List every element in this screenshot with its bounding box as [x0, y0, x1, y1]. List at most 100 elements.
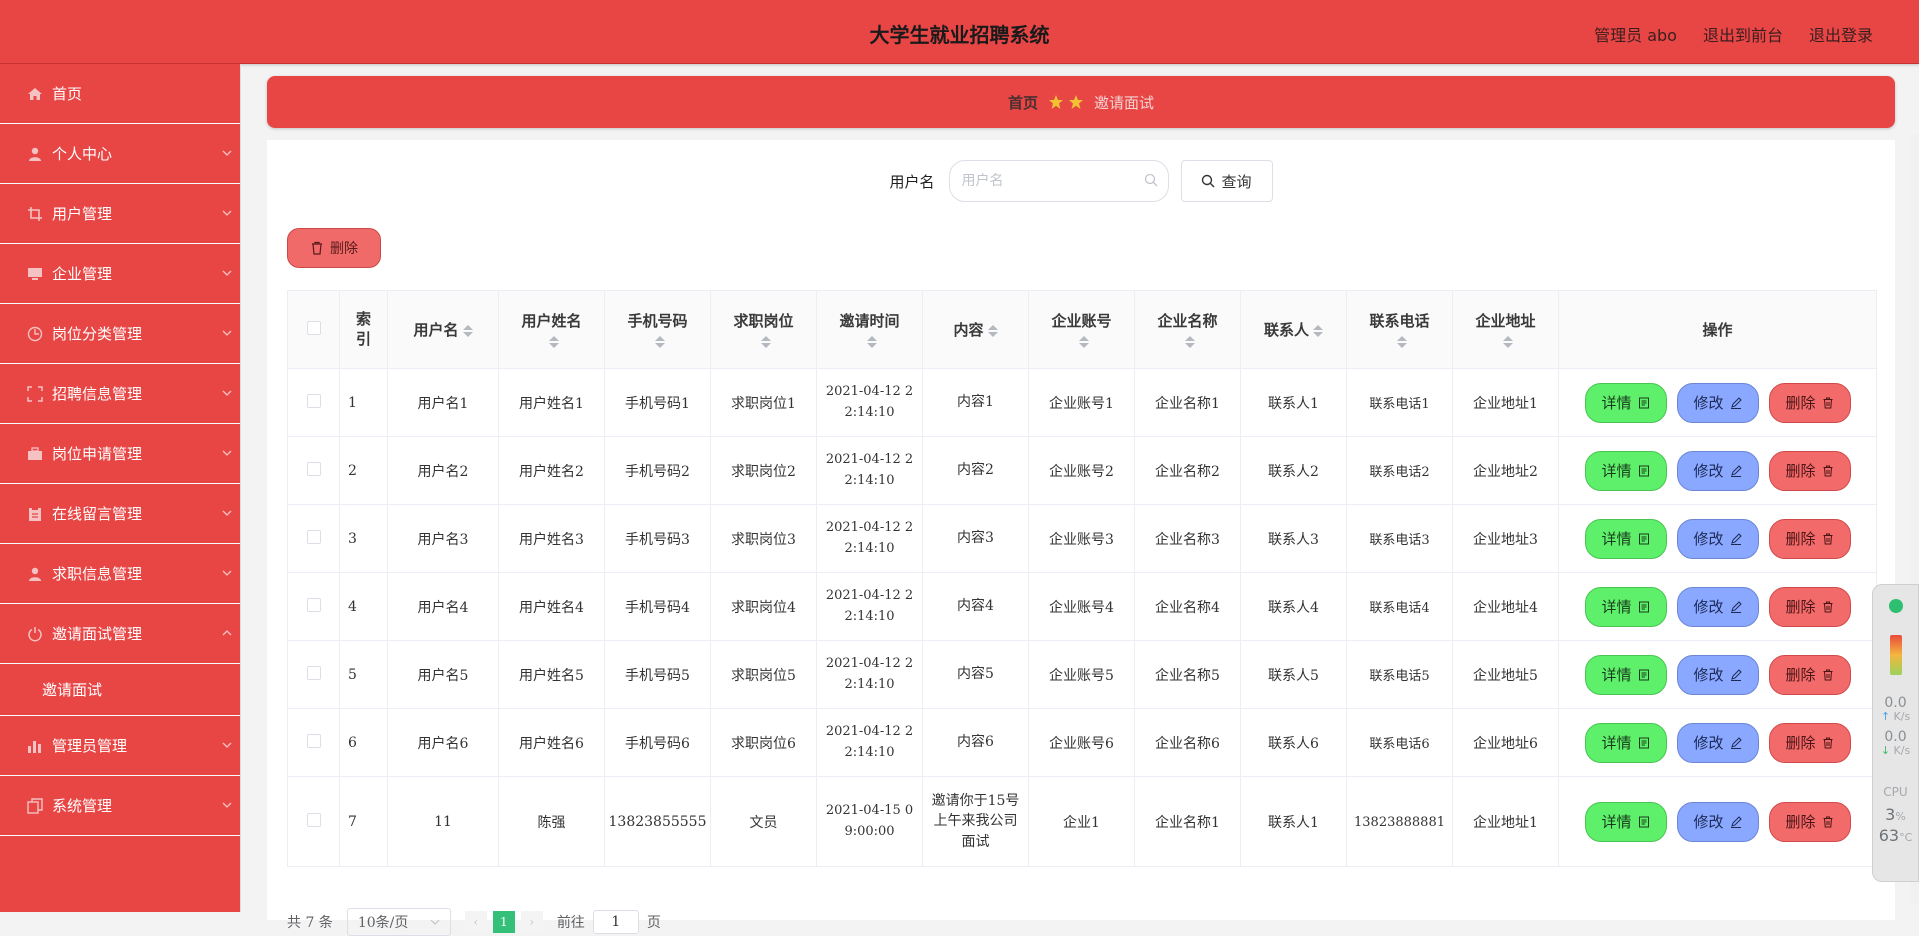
delete-button[interactable]: 删除 — [1768, 801, 1851, 842]
cell-job: 文员 — [710, 776, 817, 867]
query-button[interactable]: 查询 — [1180, 160, 1273, 202]
edit-button[interactable]: 修改 — [1676, 586, 1759, 627]
goto-suffix: 页 — [646, 915, 661, 931]
sidebar-item-interview-invitation-management[interactable]: 邀请面试管理 — [0, 604, 240, 664]
cell-invite-time: 2021-04-12 2 2:14:10 — [816, 640, 923, 709]
column-header-invite-time[interactable]: 邀请时间 — [816, 290, 923, 369]
sidebar-subitem-interview-invitation[interactable]: 邀请面试 — [0, 664, 240, 716]
detail-button[interactable]: 详情 — [1584, 586, 1667, 627]
detail-button[interactable]: 详情 — [1584, 450, 1667, 491]
prev-page-button[interactable]: ‹ — [464, 911, 487, 933]
detail-button[interactable]: 详情 — [1584, 382, 1667, 423]
column-header-realname[interactable]: 用户姓名 — [498, 290, 605, 369]
cell-company-address: 企业地址5 — [1452, 640, 1559, 709]
sidebar-item-recruitment-management[interactable]: 招聘信息管理 — [0, 364, 240, 424]
sort-icon[interactable] — [462, 324, 473, 337]
cell-phone: 13823855555 — [604, 776, 711, 867]
edit-button[interactable]: 修改 — [1676, 654, 1759, 695]
row-checkbox[interactable] — [306, 529, 321, 544]
sort-icon[interactable] — [1184, 335, 1195, 348]
cell-invite-time: 2021-04-12 2 2:14:10 — [816, 572, 923, 641]
delete-button[interactable]: 删除 — [1768, 518, 1851, 559]
sort-icon[interactable] — [760, 335, 771, 348]
column-header-job[interactable]: 求职岗位 — [710, 290, 817, 369]
cell-company-name: 企业名称5 — [1134, 640, 1241, 709]
next-page-button[interactable]: › — [520, 911, 543, 933]
detail-button[interactable]: 详情 — [1584, 518, 1667, 559]
breadcrumb-home[interactable]: 首页 — [1008, 92, 1038, 113]
column-header-username[interactable]: 用户名 — [387, 290, 499, 369]
edit-button[interactable]: 修改 — [1676, 722, 1759, 763]
chevron-down-icon — [222, 802, 232, 808]
sort-icon[interactable] — [1502, 335, 1513, 348]
row-checkbox[interactable] — [306, 812, 321, 827]
delete-button[interactable]: 删除 — [1768, 722, 1851, 763]
column-header-company-name[interactable]: 企业名称 — [1134, 290, 1241, 369]
fullscreen-icon — [26, 385, 44, 403]
cpu-label: CPU — [1883, 785, 1908, 799]
sidebar-item-label: 邀请面试管理 — [52, 625, 143, 643]
sort-icon[interactable] — [548, 335, 559, 348]
search-input[interactable] — [961, 173, 1132, 189]
sort-icon[interactable] — [987, 324, 998, 337]
sort-icon[interactable] — [1313, 324, 1323, 337]
sidebar-item-message-management[interactable]: 在线留言管理 — [0, 484, 240, 544]
column-header-company-account[interactable]: 企业账号 — [1028, 290, 1135, 369]
delete-button[interactable]: 删除 — [1768, 450, 1851, 491]
detail-button[interactable]: 详情 — [1584, 654, 1667, 695]
row-checkbox[interactable] — [306, 733, 321, 748]
sort-icon[interactable] — [654, 335, 665, 348]
batch-delete-button[interactable]: 删除 — [287, 228, 381, 268]
cell-contact-phone: 联系电话6 — [1346, 708, 1453, 777]
column-header-contact-phone[interactable]: 联系电话 — [1346, 290, 1453, 369]
row-checkbox[interactable] — [306, 665, 321, 680]
sidebar-item-label: 个人中心 — [52, 145, 113, 163]
admin-user-link[interactable]: 管理员 abo — [1594, 22, 1677, 46]
edit-button[interactable]: 修改 — [1676, 518, 1759, 559]
batch-delete-label: 删除 — [330, 241, 358, 257]
column-header-index: 索引 — [339, 290, 388, 369]
cell-company-address: 企业地址6 — [1452, 708, 1559, 777]
column-header-company-address[interactable]: 企业地址 — [1452, 290, 1559, 369]
sidebar-item-job-seeking-management[interactable]: 求职信息管理 — [0, 544, 240, 604]
page-number-current[interactable]: 1 — [492, 911, 515, 933]
document-icon — [1638, 465, 1649, 476]
delete-button[interactable]: 删除 — [1768, 654, 1851, 695]
column-header-content[interactable]: 内容 — [922, 290, 1029, 369]
edit-button[interactable]: 修改 — [1676, 382, 1759, 423]
sidebar-item-admin-management[interactable]: 管理员管理 — [0, 716, 240, 776]
sidebar-item-personal-center[interactable]: 个人中心 — [0, 124, 240, 184]
sort-icon[interactable] — [866, 335, 877, 348]
upload-unit: ↑ K/s — [1880, 710, 1911, 723]
sort-icon[interactable] — [1078, 335, 1089, 348]
sort-icon[interactable] — [1396, 335, 1407, 348]
row-checkbox[interactable] — [306, 461, 321, 476]
sidebar-item-user-management[interactable]: 用户管理 — [0, 184, 240, 244]
pencil-icon — [1730, 668, 1742, 681]
logout-link[interactable]: 退出登录 — [1809, 22, 1873, 46]
cell-company-account: 企业账号5 — [1028, 640, 1135, 709]
column-header-contact[interactable]: 联系人 — [1240, 290, 1347, 369]
row-checkbox[interactable] — [306, 393, 321, 408]
sidebar-item-home[interactable]: 首页 — [0, 64, 240, 124]
edit-button[interactable]: 修改 — [1676, 801, 1759, 842]
delete-button[interactable]: 删除 — [1768, 382, 1851, 423]
cell-username: 用户名1 — [387, 368, 499, 437]
page-size-select[interactable]: 10条/页 — [346, 908, 451, 936]
sidebar-item-label: 岗位申请管理 — [52, 445, 143, 463]
edit-button[interactable]: 修改 — [1676, 450, 1759, 491]
row-checkbox[interactable] — [306, 597, 321, 612]
select-all-checkbox[interactable] — [306, 320, 321, 335]
goto-page-input[interactable] — [592, 910, 639, 934]
column-header-phone[interactable]: 手机号码 — [604, 290, 711, 369]
detail-button[interactable]: 详情 — [1584, 722, 1667, 763]
detail-button[interactable]: 详情 — [1584, 801, 1667, 842]
sidebar-item-company-management[interactable]: 企业管理 — [0, 244, 240, 304]
sidebar-item-system-management[interactable]: 系统管理 — [0, 776, 240, 836]
sidebar-item-job-application-management[interactable]: 岗位申请管理 — [0, 424, 240, 484]
exit-to-frontend-link[interactable]: 退出到前台 — [1703, 22, 1783, 46]
sidebar-item-job-category-management[interactable]: 岗位分类管理 — [0, 304, 240, 364]
table-row: 1 用户名1 用户姓名1 手机号码1 求职岗位1 2021-04-12 2 2:14:10 内… — [287, 368, 1877, 437]
cell-index: 1 — [339, 368, 388, 437]
delete-button[interactable]: 删除 — [1768, 586, 1851, 627]
